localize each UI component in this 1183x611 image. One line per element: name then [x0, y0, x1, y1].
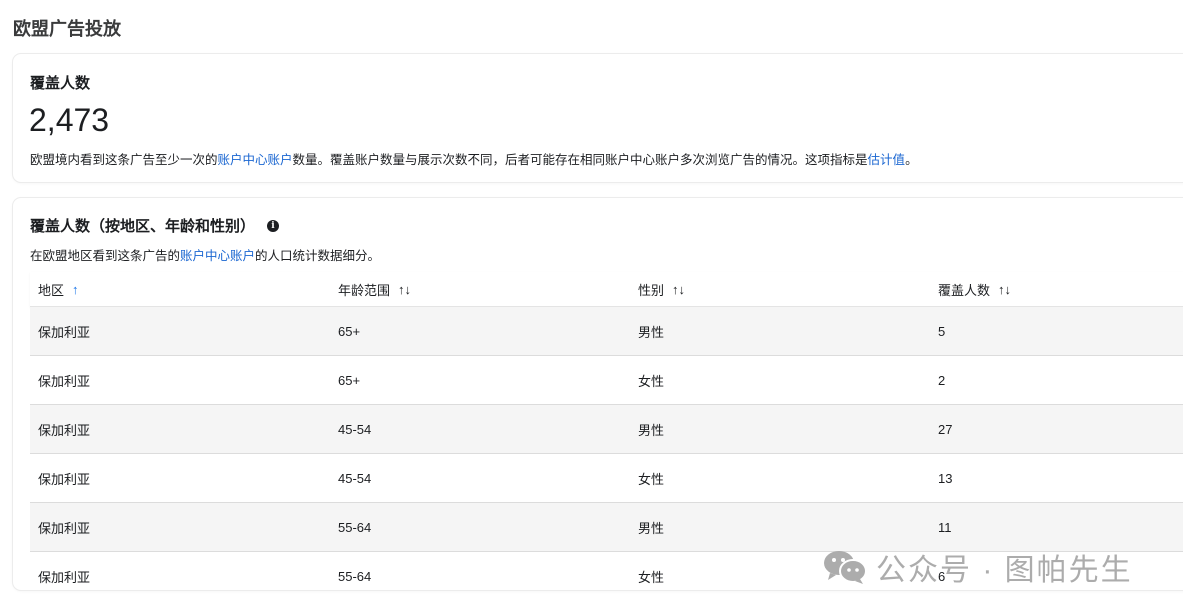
breakdown-card: 覆盖人数（按地区、年龄和性别） i 在欧盟地区看到这条广告的账户中心账户的人口统…	[13, 198, 1183, 590]
cell-region: 保加利亚	[38, 324, 91, 340]
cell-region: 保加利亚	[38, 373, 91, 389]
cell-age: 55-64	[338, 519, 372, 535]
column-label: 覆盖人数	[938, 282, 991, 298]
desc-text: 数量。覆盖账户数量与展示次数不同，后者可能存在相同账户中心账户多次浏览广告的情况…	[292, 153, 868, 167]
table-row: 保加利亚 65+ 女性 2	[30, 356, 1183, 405]
accounts-center-link[interactable]: 账户中心账户	[218, 153, 293, 167]
column-label: 地区	[38, 282, 65, 298]
table-row: 保加利亚 55-64 男性 11	[30, 503, 1183, 552]
table-row: 保加利亚 45-54 女性 13	[30, 454, 1183, 503]
cell-age: 55-64	[338, 568, 372, 584]
cell-reach: 27	[938, 421, 953, 437]
page-title: 欧盟广告投放	[13, 19, 121, 39]
cell-gender: 男性	[638, 324, 665, 340]
estimate-link[interactable]: 估计值	[868, 153, 906, 167]
column-label: 年龄范围	[338, 282, 391, 298]
cell-reach: 5	[938, 323, 946, 339]
cell-gender: 女性	[638, 569, 665, 585]
cell-reach: 11	[938, 519, 952, 535]
cell-age: 65+	[338, 323, 361, 339]
cell-gender: 女性	[638, 471, 665, 487]
cell-reach: 6	[938, 568, 946, 584]
breakdown-table: 地区 ↑ 年龄范围 ↑↓ 性别 ↑↓ 覆盖人数 ↑↓ 保加利亚 65+ 男性 5	[30, 272, 1183, 590]
table-row: 保加利亚 55-64 女性 6	[30, 552, 1183, 590]
desc-text: 。	[905, 153, 918, 167]
sort-icon[interactable]: ↑↓	[998, 282, 1011, 297]
desc-text: 在欧盟地区看到这条广告的	[30, 249, 181, 263]
column-header-reach[interactable]: 覆盖人数 ↑↓	[930, 280, 1183, 299]
reach-card: 覆盖人数 2,473 欧盟境内看到这条广告至少一次的账户中心账户数量。覆盖账户数…	[13, 54, 1183, 182]
cell-region: 保加利亚	[38, 422, 91, 438]
cell-region: 保加利亚	[38, 520, 91, 536]
cell-gender: 女性	[638, 373, 665, 389]
sort-icon[interactable]: ↑↓	[398, 282, 411, 297]
reach-value: 2,473	[29, 102, 110, 138]
column-header-gender[interactable]: 性别 ↑↓	[630, 280, 930, 299]
cell-region: 保加利亚	[38, 569, 91, 585]
cell-region: 保加利亚	[38, 471, 91, 487]
accounts-center-link[interactable]: 账户中心账户	[180, 249, 255, 263]
cell-gender: 男性	[638, 422, 665, 438]
reach-heading: 覆盖人数	[30, 75, 91, 92]
table-row: 保加利亚 65+ 男性 5	[30, 307, 1183, 356]
sort-icon[interactable]: ↑↓	[672, 282, 685, 297]
breakdown-description: 在欧盟地区看到这条广告的账户中心账户的人口统计数据细分。	[30, 245, 380, 264]
cell-reach: 13	[938, 470, 953, 486]
table-body[interactable]: 保加利亚 65+ 男性 5 保加利亚 65+ 女性 2 保加利亚 45-54 男…	[30, 307, 1183, 590]
table-header: 地区 ↑ 年龄范围 ↑↓ 性别 ↑↓ 覆盖人数 ↑↓	[30, 272, 1183, 307]
desc-text: 欧盟境内看到这条广告至少一次的	[30, 153, 218, 167]
cell-gender: 男性	[638, 520, 665, 536]
cell-age: 45-54	[338, 470, 372, 486]
breakdown-heading: 覆盖人数（按地区、年龄和性别） i	[30, 215, 280, 236]
breakdown-heading-text: 覆盖人数（按地区、年龄和性别）	[30, 218, 256, 235]
cell-age: 45-54	[338, 421, 372, 437]
column-header-region[interactable]: 地区 ↑	[30, 280, 330, 299]
table-row: 保加利亚 45-54 男性 27	[30, 405, 1183, 454]
desc-text: 的人口统计数据细分。	[255, 249, 381, 263]
cell-reach: 2	[938, 372, 946, 388]
reach-description: 欧盟境内看到这条广告至少一次的账户中心账户数量。覆盖账户数量与展示次数不同，后者…	[30, 149, 918, 168]
column-label: 性别	[638, 282, 665, 298]
column-header-age[interactable]: 年龄范围 ↑↓	[330, 280, 630, 299]
info-icon[interactable]: i	[267, 219, 280, 232]
cell-age: 65+	[338, 372, 361, 388]
sort-ascending-icon[interactable]: ↑	[72, 282, 79, 297]
